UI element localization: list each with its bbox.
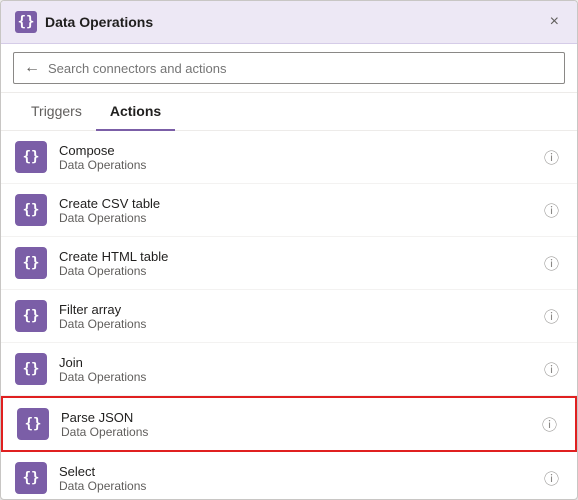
action-icon-parse-json: {} [17,408,49,440]
search-bar: ← [1,44,577,93]
action-text-create-html: Create HTML table Data Operations [59,249,540,278]
action-sub-compose: Data Operations [59,158,540,172]
action-item-create-html[interactable]: {} Create HTML table Data Operations ⓘ [1,237,577,290]
info-button-create-html[interactable]: ⓘ [540,251,563,276]
tab-actions[interactable]: Actions [96,93,175,131]
action-item-join[interactable]: {} Join Data Operations ⓘ [1,343,577,396]
back-arrow-icon[interactable]: ← [24,59,40,77]
data-operations-dialog: {} Data Operations × ← Triggers Actions … [0,0,578,500]
info-button-filter-array[interactable]: ⓘ [540,304,563,329]
actions-list: {} Compose Data Operations ⓘ {} Create C… [1,131,577,499]
search-input-wrapper: ← [13,52,565,84]
info-button-join[interactable]: ⓘ [540,357,563,382]
action-text-parse-json: Parse JSON Data Operations [61,410,538,439]
action-item-create-csv[interactable]: {} Create CSV table Data Operations ⓘ [1,184,577,237]
dialog-header: {} Data Operations × [1,1,577,44]
action-icon-create-csv: {} [15,194,47,226]
action-name-create-csv: Create CSV table [59,196,540,211]
action-icon-select: {} [15,462,47,494]
dialog-title: Data Operations [45,14,153,30]
close-button[interactable]: × [546,12,563,32]
action-name-filter-array: Filter array [59,302,540,317]
action-name-compose: Compose [59,143,540,158]
header-left: {} Data Operations [15,11,153,33]
action-sub-create-csv: Data Operations [59,211,540,225]
action-icon-create-html: {} [15,247,47,279]
action-item-parse-json[interactable]: {} Parse JSON Data Operations ⓘ [1,396,577,452]
tabs-row: Triggers Actions [1,93,577,131]
action-item-compose[interactable]: {} Compose Data Operations ⓘ [1,131,577,184]
dialog-header-icon: {} [15,11,37,33]
action-text-create-csv: Create CSV table Data Operations [59,196,540,225]
action-icon-compose: {} [15,141,47,173]
action-sub-select: Data Operations [59,479,540,493]
action-text-filter-array: Filter array Data Operations [59,302,540,331]
action-name-join: Join [59,355,540,370]
info-button-create-csv[interactable]: ⓘ [540,198,563,223]
action-text-select: Select Data Operations [59,464,540,493]
action-name-parse-json: Parse JSON [61,410,538,425]
action-sub-join: Data Operations [59,370,540,384]
action-icon-join: {} [15,353,47,385]
action-sub-filter-array: Data Operations [59,317,540,331]
search-input[interactable] [48,61,554,76]
action-name-create-html: Create HTML table [59,249,540,264]
action-icon-filter-array: {} [15,300,47,332]
action-item-select[interactable]: {} Select Data Operations ⓘ [1,452,577,499]
action-item-filter-array[interactable]: {} Filter array Data Operations ⓘ [1,290,577,343]
action-text-join: Join Data Operations [59,355,540,384]
action-name-select: Select [59,464,540,479]
info-button-parse-json[interactable]: ⓘ [538,412,561,437]
info-button-select[interactable]: ⓘ [540,466,563,491]
action-sub-create-html: Data Operations [59,264,540,278]
action-text-compose: Compose Data Operations [59,143,540,172]
action-sub-parse-json: Data Operations [61,425,538,439]
tab-triggers[interactable]: Triggers [17,93,96,131]
info-button-compose[interactable]: ⓘ [540,145,563,170]
